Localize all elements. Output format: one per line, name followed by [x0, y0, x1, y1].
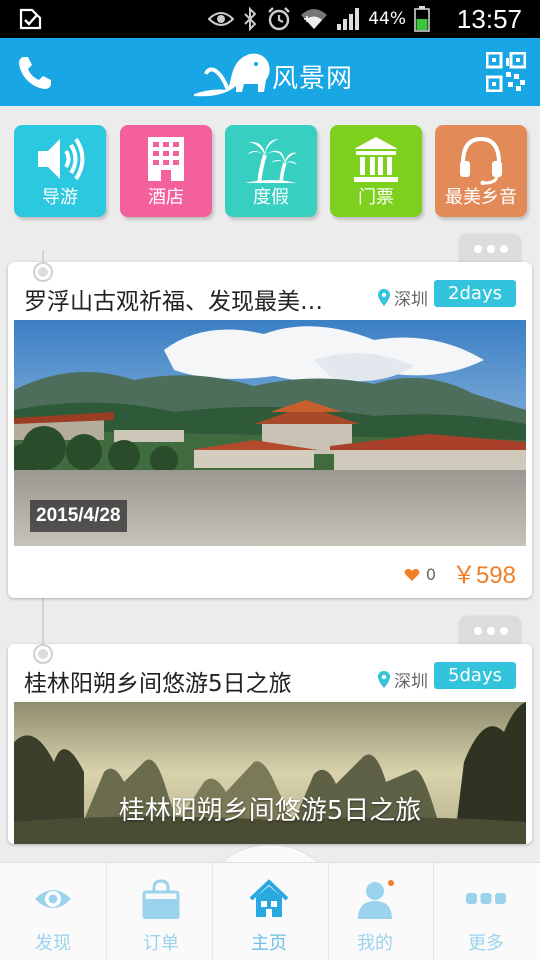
trip-card[interactable]: 桂林阳朔乡间悠游5日之旅 深圳 5days 桂林阳朔乡间悠游5日之旅: [8, 644, 532, 844]
trip-title: 桂林阳朔乡间悠游5日之旅: [24, 671, 292, 697]
category-label: 最美乡音: [445, 187, 517, 208]
nav-label: 主页: [251, 933, 287, 954]
location-text: 深圳: [394, 290, 428, 310]
nav-divider: [212, 863, 213, 960]
timeline-node: [33, 644, 53, 664]
qr-code-icon[interactable]: [486, 52, 526, 92]
timeline-node: [33, 262, 53, 282]
category-label: 酒店: [148, 187, 184, 208]
card-more-button[interactable]: [459, 617, 521, 647]
phone-icon: [19, 57, 51, 89]
category-grid: 导游 酒店 度假 门票 最美乡音: [14, 125, 528, 217]
nav-profile[interactable]: 我的: [322, 863, 428, 960]
clock: 13:57: [456, 4, 522, 34]
trip-price: ￥598: [451, 562, 516, 589]
trip-title: 罗浮山古观祈福、发现最美…: [24, 289, 323, 315]
like-button[interactable]: 0: [404, 565, 436, 584]
user-icon: [358, 880, 394, 919]
nav-discover[interactable]: 发现: [0, 863, 106, 960]
location-pin-icon: [378, 670, 390, 688]
palm-tree-icon: [245, 139, 297, 184]
speaker-icon: [38, 137, 85, 181]
call-button[interactable]: [14, 52, 56, 94]
trip-location: 深圳: [376, 667, 428, 692]
category-guide[interactable]: 导游: [14, 125, 106, 217]
category-hotel[interactable]: 酒店: [120, 125, 212, 217]
signal-icon: [337, 8, 360, 30]
card-more-button[interactable]: [459, 235, 521, 265]
nav-label: 我的: [357, 933, 393, 954]
bluetooth-icon: [244, 7, 257, 31]
trip-date: 2015/4/28: [30, 500, 127, 532]
duration-badge: 5days: [434, 662, 516, 689]
app-title: 风景网: [272, 64, 354, 94]
more-dots-icon: [474, 245, 508, 253]
category-label: 导游: [42, 187, 78, 208]
location-pin-icon: [378, 288, 390, 306]
category-vacation[interactable]: 度假: [225, 125, 317, 217]
sim-icon: [19, 8, 42, 30]
nav-label: 订单: [143, 933, 179, 954]
like-count: 0: [425, 565, 436, 584]
category-label: 门票: [358, 187, 394, 208]
wifi-icon: [301, 9, 328, 29]
nav-orders[interactable]: 订单: [108, 863, 214, 960]
eye-icon: [208, 12, 235, 26]
heart-icon: [404, 568, 420, 581]
category-local-voice[interactable]: 最美乡音: [435, 125, 527, 217]
alarm-icon: [268, 7, 291, 31]
museum-icon: [354, 137, 398, 182]
nav-more[interactable]: 更多: [433, 863, 539, 960]
trip-photo: 桂林阳朔乡间悠游5日之旅: [14, 702, 526, 844]
category-tickets[interactable]: 门票: [330, 125, 422, 217]
duration-badge: 2days: [434, 280, 516, 307]
photo-caption: 桂林阳朔乡间悠游5日之旅: [118, 796, 422, 826]
home-icon: [249, 879, 289, 917]
nav-home[interactable]: 主页: [216, 863, 322, 960]
nav-divider: [106, 863, 107, 960]
nav-label: 更多: [468, 933, 504, 954]
elephant-logo-icon: [194, 53, 270, 97]
headphones-icon: [460, 136, 502, 185]
nav-label: 发现: [35, 933, 71, 954]
trip-photo: 2015/4/28: [14, 320, 526, 546]
bottom-nav: 发现 订单 主页 我的 更多: [0, 862, 540, 960]
battery-percent: 44%: [368, 9, 406, 29]
more-dots-icon: [474, 627, 508, 635]
hotel-building-icon: [148, 137, 184, 181]
status-bar: 44% 13:57: [0, 0, 540, 38]
trip-card[interactable]: 罗浮山古观祈福、发现最美… 深圳 2days 2015/4/28 0 ￥598: [8, 262, 532, 598]
category-label: 度假: [253, 187, 289, 208]
shopping-bag-icon: [142, 879, 180, 919]
trip-location: 深圳: [376, 285, 428, 310]
location-text: 深圳: [394, 672, 428, 692]
battery-icon: [414, 6, 430, 32]
more-dots-icon: [466, 893, 506, 904]
eye-icon: [35, 890, 71, 908]
app-logo: 风景网: [192, 44, 362, 102]
app-header: 风景网: [0, 38, 540, 106]
